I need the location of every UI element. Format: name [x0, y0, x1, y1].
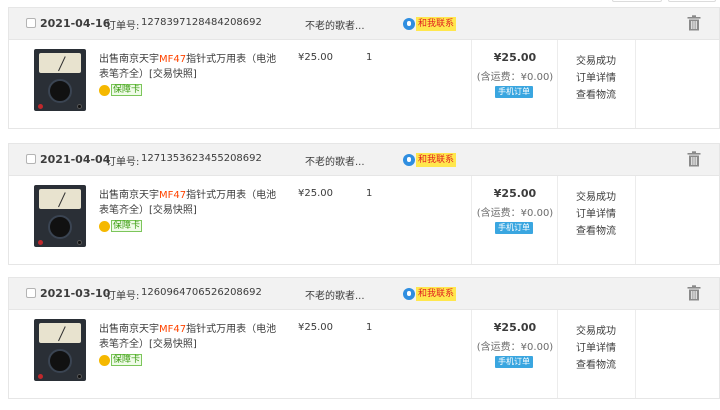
- order-number: 1271353623455208692: [141, 153, 262, 164]
- contact-seller-label: 和我联系: [416, 16, 457, 31]
- column-divider: [557, 40, 558, 128]
- product-thumbnail[interactable]: [34, 49, 86, 111]
- shield-badge-icon: [99, 84, 110, 96]
- order-item: 出售南京天宇MF47指针式万用表（电池表笔齐全）[交易快照] 保障卡 ¥25.0…: [9, 310, 719, 398]
- order-detail-link[interactable]: 订单详情: [576, 339, 616, 354]
- contact-seller-label: 和我联系: [416, 152, 457, 167]
- shield-badge-icon: [99, 354, 110, 366]
- contact-seller-label: 和我联系: [416, 286, 457, 301]
- unit-price: ¥25.00: [298, 188, 333, 199]
- order-detail-link[interactable]: 订单详情: [576, 205, 616, 220]
- shipping-fee: (含运费：¥0.00): [476, 208, 554, 219]
- chat-bubble-icon: [403, 17, 415, 30]
- order-card: 2021-03-10 订单号: 1260964706526208692 不老的歌…: [8, 277, 720, 399]
- unit-price: ¥25.00: [298, 52, 333, 63]
- chat-bubble-icon: [403, 153, 415, 166]
- guarantee-badge[interactable]: 保障卡: [99, 84, 143, 96]
- seller-name[interactable]: 不老的歌者...: [305, 17, 365, 32]
- column-divider: [471, 310, 472, 398]
- order-header: 2021-04-04 订单号: 1271353623455208692 不老的歌…: [9, 144, 719, 176]
- order-date: 2021-04-16: [40, 17, 111, 30]
- contact-seller-button[interactable]: 和我联系: [403, 151, 457, 168]
- view-logistics-link[interactable]: 查看物流: [576, 356, 616, 371]
- product-title[interactable]: 出售南京天宇MF47指针式万用表（电池表笔齐全）[交易快照]: [99, 188, 277, 218]
- column-divider: [635, 310, 636, 398]
- top-button-left[interactable]: [612, 0, 662, 2]
- column-divider: [635, 40, 636, 128]
- top-toolbar-edge: [0, 0, 720, 5]
- seller-name[interactable]: 不老的歌者...: [305, 153, 365, 168]
- order-total: ¥25.00: [493, 321, 537, 334]
- order-number: 1278397128484208692: [141, 17, 262, 28]
- quantity: 1: [366, 188, 373, 199]
- quantity: 1: [366, 322, 373, 333]
- order-total: ¥25.00: [493, 187, 537, 200]
- order-number: 1260964706526208692: [141, 287, 262, 298]
- order-status: 交易成功: [576, 326, 616, 337]
- order-item: 出售南京天宇MF47指针式万用表（电池表笔齐全）[交易快照] 保障卡 ¥25.0…: [9, 40, 719, 128]
- column-divider: [557, 310, 558, 398]
- order-header: 2021-03-10 订单号: 1260964706526208692 不老的歌…: [9, 278, 719, 310]
- mobile-order-tag: 手机订单: [495, 222, 533, 234]
- order-detail-link[interactable]: 订单详情: [576, 69, 616, 84]
- trash-icon[interactable]: [687, 285, 701, 301]
- chat-bubble-icon: [403, 287, 415, 300]
- trash-icon[interactable]: [687, 151, 701, 167]
- trash-icon[interactable]: [687, 15, 701, 31]
- order-number-label: 订单号:: [106, 21, 140, 32]
- order-item: 出售南京天宇MF47指针式万用表（电池表笔齐全）[交易快照] 保障卡 ¥25.0…: [9, 176, 719, 264]
- column-divider: [471, 40, 472, 128]
- checkbox-icon[interactable]: [26, 154, 36, 164]
- product-title[interactable]: 出售南京天宇MF47指针式万用表（电池表笔齐全）[交易快照]: [99, 322, 277, 352]
- order-total: ¥25.00: [493, 51, 537, 64]
- checkbox-icon[interactable]: [26, 288, 36, 298]
- contact-seller-button[interactable]: 和我联系: [403, 15, 457, 32]
- guarantee-badge[interactable]: 保障卡: [99, 354, 143, 366]
- product-title[interactable]: 出售南京天宇MF47指针式万用表（电池表笔齐全）[交易快照]: [99, 52, 277, 82]
- unit-price: ¥25.00: [298, 322, 333, 333]
- mobile-order-tag: 手机订单: [495, 356, 533, 368]
- view-logistics-link[interactable]: 查看物流: [576, 86, 616, 101]
- shipping-fee: (含运费：¥0.00): [476, 342, 554, 353]
- order-status: 交易成功: [576, 192, 616, 203]
- order-number-label: 订单号:: [106, 291, 140, 302]
- order-number-label: 订单号:: [106, 157, 140, 168]
- seller-name[interactable]: 不老的歌者...: [305, 287, 365, 302]
- column-divider: [557, 176, 558, 264]
- order-card: 2021-04-16 订单号: 1278397128484208692 不老的歌…: [8, 7, 720, 129]
- mobile-order-tag: 手机订单: [495, 86, 533, 98]
- guarantee-badge[interactable]: 保障卡: [99, 220, 143, 232]
- order-date: 2021-04-04: [40, 153, 111, 166]
- order-status: 交易成功: [576, 56, 616, 67]
- contact-seller-button[interactable]: 和我联系: [403, 285, 457, 302]
- quantity: 1: [366, 52, 373, 63]
- shipping-fee: (含运费：¥0.00): [476, 72, 554, 83]
- order-card: 2021-04-04 订单号: 1271353623455208692 不老的歌…: [8, 143, 720, 265]
- order-date: 2021-03-10: [40, 287, 111, 300]
- shield-badge-icon: [99, 220, 110, 232]
- top-button-right[interactable]: [668, 0, 716, 2]
- column-divider: [471, 176, 472, 264]
- product-thumbnail[interactable]: [34, 185, 86, 247]
- order-header: 2021-04-16 订单号: 1278397128484208692 不老的歌…: [9, 8, 719, 40]
- product-thumbnail[interactable]: [34, 319, 86, 381]
- view-logistics-link[interactable]: 查看物流: [576, 222, 616, 237]
- column-divider: [635, 176, 636, 264]
- checkbox-icon[interactable]: [26, 18, 36, 28]
